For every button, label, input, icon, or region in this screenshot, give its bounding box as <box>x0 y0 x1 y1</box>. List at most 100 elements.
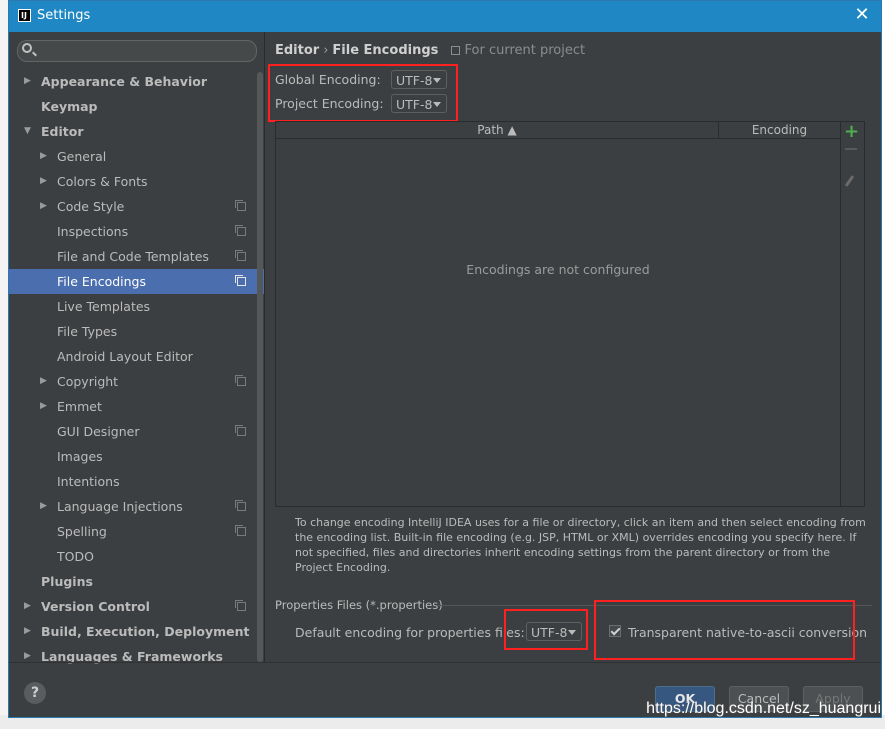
collapse-arrow-icon[interactable]: ▶ <box>40 494 47 519</box>
sidebar-item-intentions[interactable]: Intentions <box>9 469 264 494</box>
sidebar-item-emmet[interactable]: ▶ Emmet <box>9 394 264 419</box>
project-settings-icon <box>235 425 246 436</box>
file-encodings-panel: Editor › File Encodings For current projec… <box>265 32 881 662</box>
sidebar-item-code-style[interactable]: ▶ Code Style <box>9 194 264 219</box>
sidebar-item-file-encodings[interactable]: File Encodings <box>9 269 264 294</box>
sidebar-item-appearance-behavior[interactable]: ▶ Appearance & Behavior <box>9 69 264 94</box>
breadcrumb-parent: Editor <box>275 43 320 58</box>
collapse-arrow-icon[interactable]: ▶ <box>24 644 31 669</box>
title-bar[interactable]: IJ Settings ✕ <box>9 1 881 32</box>
close-button[interactable]: ✕ <box>853 6 871 24</box>
sidebar-item-file-types[interactable]: File Types <box>9 319 264 344</box>
sidebar-item-todo[interactable]: TODO <box>9 544 264 569</box>
project-settings-icon <box>235 375 246 386</box>
sidebar-item-copyright[interactable]: ▶ Copyright <box>9 369 264 394</box>
properties-encoding-label: Default encoding for properties files: <box>295 625 525 640</box>
highlight-box-encodings <box>268 64 458 122</box>
project-settings-icon <box>235 500 246 511</box>
sidebar-item-label: Inspections <box>57 224 129 239</box>
sidebar-item-spelling[interactable]: Spelling <box>9 519 264 544</box>
sidebar-item-label: Editor <box>41 124 84 139</box>
sidebar-item-label: Spelling <box>57 524 107 539</box>
collapse-arrow-icon[interactable]: ▶ <box>40 144 47 169</box>
sidebar-item-label: Copyright <box>57 374 119 389</box>
empty-table-message: Encodings are not configured <box>466 262 650 277</box>
sidebar-item-colors-fonts[interactable]: ▶ Colors & Fonts <box>9 169 264 194</box>
highlight-box-properties-encoding <box>504 609 588 650</box>
project-settings-icon <box>235 225 246 236</box>
sidebar-item-editor[interactable]: ▼ Editor <box>9 119 264 144</box>
add-icon[interactable]: + <box>844 123 859 141</box>
column-header-path[interactable]: Path ▲ <box>276 122 718 138</box>
collapse-arrow-icon[interactable]: ▶ <box>40 369 47 394</box>
sidebar-item-label: Images <box>57 449 103 464</box>
sidebar-item-gui-designer[interactable]: GUI Designer <box>9 419 264 444</box>
sidebar-item-build-execution-deployment[interactable]: ▶ Build, Execution, Deployment <box>9 619 264 644</box>
collapse-arrow-icon[interactable]: ▶ <box>24 69 31 94</box>
breadcrumb-current: File Encodings <box>332 43 439 58</box>
settings-dialog: IJ Settings ✕ ▶ Appearance & Behavior Keym… <box>8 0 882 718</box>
sidebar-item-label: File and Code Templates <box>57 249 209 264</box>
collapse-arrow-icon[interactable]: ▶ <box>40 194 47 219</box>
sidebar-item-label: Appearance & Behavior <box>41 74 207 89</box>
sidebar-item-file-and-code-templates[interactable]: File and Code Templates <box>9 244 264 269</box>
project-settings-icon <box>235 525 246 536</box>
table-header: Path ▲ Encoding <box>276 122 840 139</box>
sidebar-item-label: Android Layout Editor <box>57 349 193 364</box>
settings-sidebar: ▶ Appearance & Behavior Keymap ▼ Editor ▶ Gene… <box>9 32 264 664</box>
sidebar-item-live-templates[interactable]: Live Templates <box>9 294 264 319</box>
project-scope-label: For current project <box>464 43 586 58</box>
collapse-arrow-icon[interactable]: ▶ <box>24 594 31 619</box>
project-settings-icon <box>235 250 246 261</box>
sidebar-item-label: General <box>57 149 107 164</box>
breadcrumb: Editor › File Encodings For current projec… <box>275 43 585 58</box>
sidebar-item-language-injections[interactable]: ▶ Language Injections <box>9 494 264 519</box>
sidebar-item-languages-frameworks[interactable]: ▶ Languages & Frameworks <box>9 644 264 669</box>
encodings-table[interactable]: Path ▲ Encoding Encodings are not config… <box>275 121 841 507</box>
edit-icon[interactable] <box>844 175 855 187</box>
sidebar-item-images[interactable]: Images <box>9 444 264 469</box>
collapse-arrow-icon[interactable]: ▶ <box>24 619 31 644</box>
sidebar-item-general[interactable]: ▶ General <box>9 144 264 169</box>
project-settings-icon <box>235 200 246 211</box>
sidebar-item-label: File Types <box>57 324 118 339</box>
sidebar-item-label: Version Control <box>41 599 150 614</box>
sidebar-item-label: Code Style <box>57 199 125 214</box>
sidebar-item-label: Colors & Fonts <box>57 174 148 189</box>
collapse-arrow-icon[interactable]: ▶ <box>40 169 47 194</box>
project-scope-icon <box>450 46 460 55</box>
collapse-arrow-icon[interactable]: ▶ <box>40 394 47 419</box>
sidebar-item-label: TODO <box>57 549 94 564</box>
remove-icon[interactable] <box>845 148 857 150</box>
intellij-app-icon: IJ <box>18 9 31 22</box>
sidebar-item-label: Live Templates <box>57 299 151 314</box>
sidebar-item-keymap[interactable]: Keymap <box>9 94 264 119</box>
sidebar-item-android-layout-editor[interactable]: Android Layout Editor <box>9 344 264 369</box>
encoding-help-text: To change encoding IntelliJ IDEA uses fo… <box>295 516 866 574</box>
sidebar-item-label: Emmet <box>57 399 102 414</box>
sidebar-item-version-control[interactable]: ▶ Version Control <box>9 594 264 619</box>
sidebar-item-plugins[interactable]: Plugins <box>9 569 264 594</box>
sidebar-item-label: Languages & Frameworks <box>41 649 223 664</box>
sidebar-item-label: Keymap <box>41 99 98 114</box>
sidebar-item-label: GUI Designer <box>57 424 140 439</box>
settings-search-input[interactable] <box>17 40 257 62</box>
expand-arrow-icon[interactable]: ▼ <box>24 119 31 144</box>
sidebar-item-label: Build, Execution, Deployment <box>41 624 250 639</box>
properties-section-title: Properties Files (*.properties) <box>275 598 443 612</box>
window-title: Settings <box>37 8 91 23</box>
sidebar-scrollbar[interactable] <box>257 72 263 662</box>
table-toolbar: + <box>840 121 865 507</box>
sidebar-item-label: Intentions <box>57 474 120 489</box>
sidebar-item-label: File Encodings <box>57 274 147 289</box>
column-header-encoding[interactable]: Encoding <box>719 122 840 138</box>
sidebar-item-label: Plugins <box>41 574 93 589</box>
highlight-box-native-to-ascii <box>594 600 855 660</box>
watermark: https://blog.csdn.net/sz_huangrui <box>646 700 881 717</box>
breadcrumb-separator: › <box>323 43 329 58</box>
sidebar-item-inspections[interactable]: Inspections <box>9 219 264 244</box>
footer-separator <box>9 662 881 663</box>
sidebar-item-label: Language Injections <box>57 499 183 514</box>
project-settings-icon <box>235 600 246 611</box>
help-button[interactable]: ? <box>24 682 46 704</box>
